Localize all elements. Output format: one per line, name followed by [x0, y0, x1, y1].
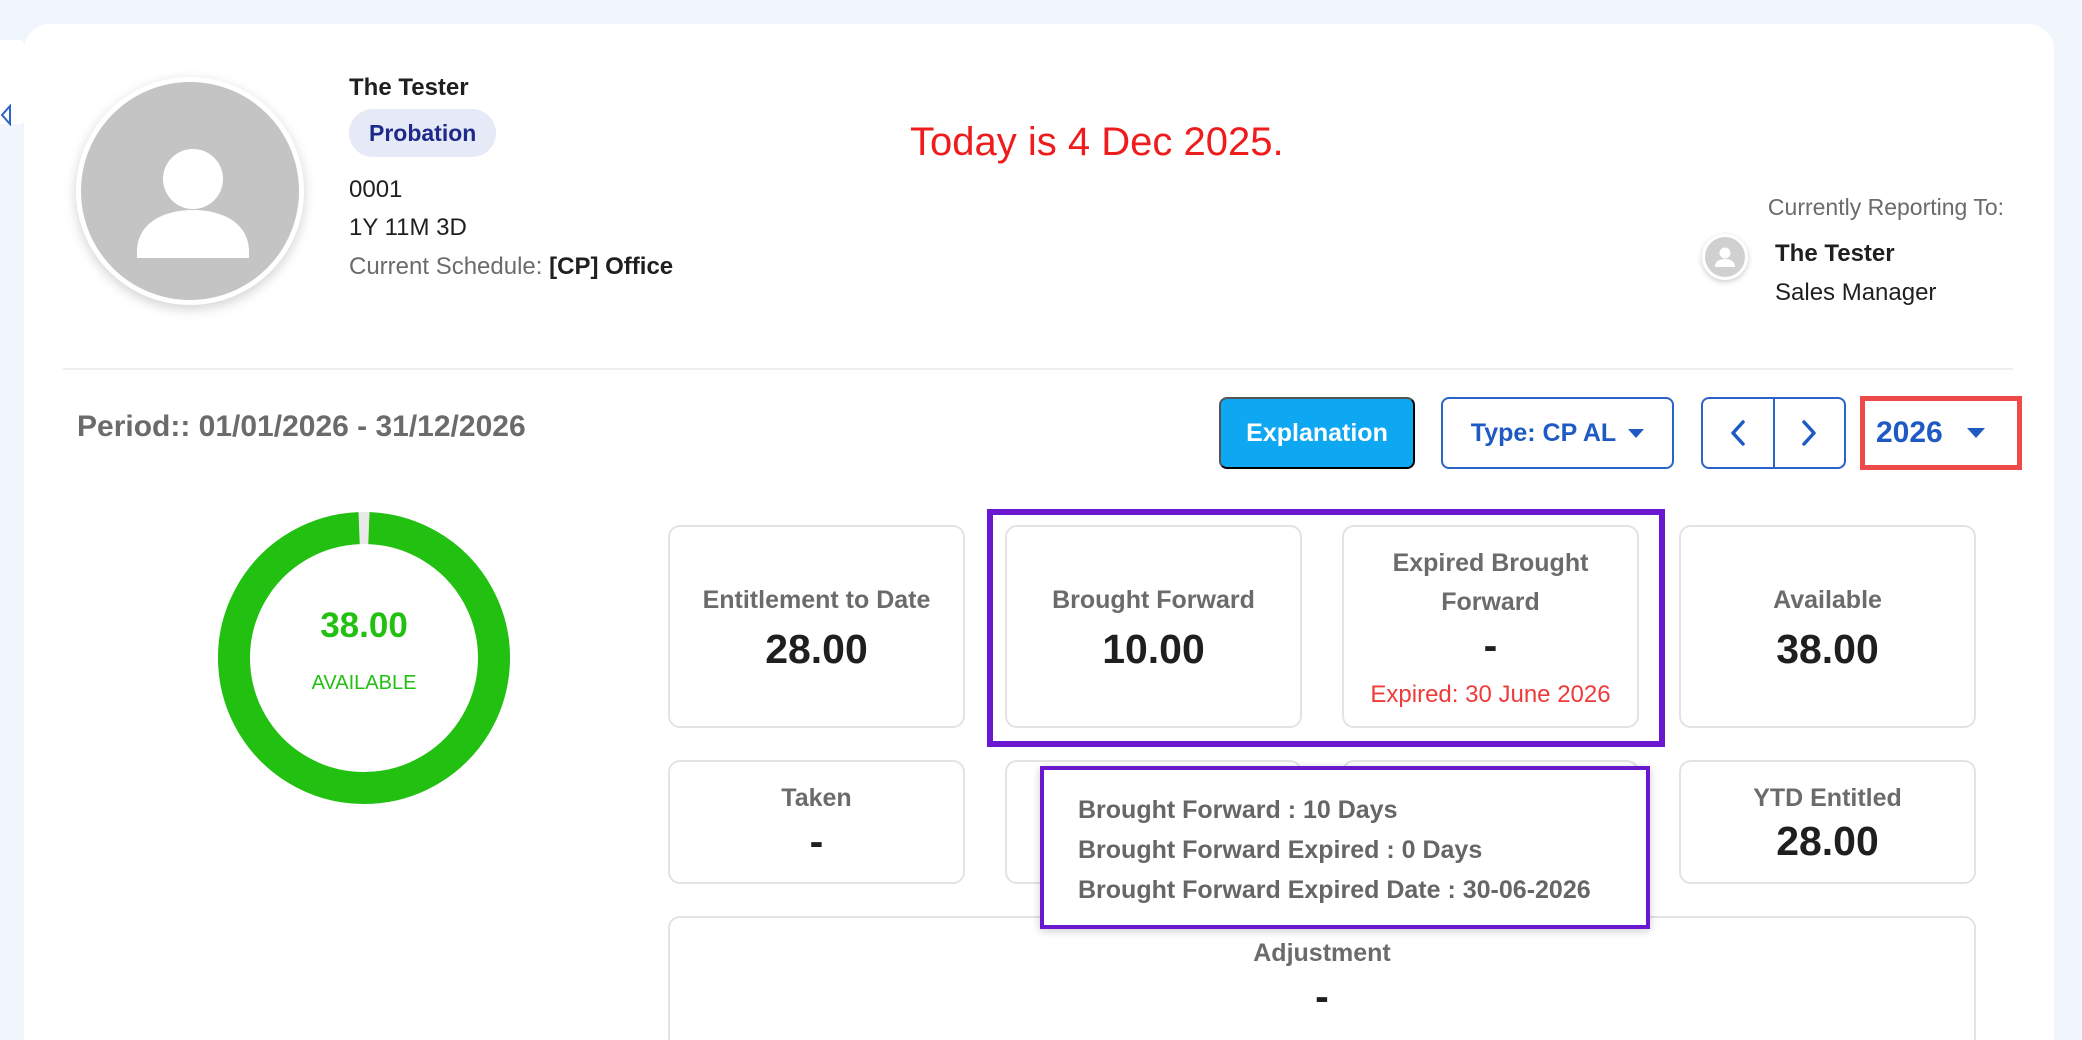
status-badge: Probation — [349, 109, 497, 157]
taken-tile: Taken - — [668, 760, 965, 884]
tile-label: Available — [1773, 585, 1882, 614]
today-annotation: Today is 4 Dec 2025. — [910, 120, 1284, 164]
tile-label: Adjustment — [1253, 939, 1391, 967]
leave-type-label: Type: CP AL — [1470, 418, 1617, 447]
chevron-left-icon — [1731, 420, 1745, 446]
ytd-entitled-tile: YTD Entitled 28.00 — [1679, 760, 1976, 884]
employee-id: 0001 — [349, 176, 403, 203]
person-icon — [137, 149, 249, 258]
available-tile: Available 38.00 — [1679, 525, 1976, 728]
caret-down-icon — [1966, 428, 1985, 438]
employee-avatar — [76, 77, 304, 305]
tooltip-line: Brought Forward Expired : 0 Days — [1078, 836, 1483, 864]
employee-tenure: 1Y 11M 3D — [349, 214, 467, 241]
tile-value: 28.00 — [765, 625, 868, 672]
donut-label: AVAILABLE — [311, 672, 417, 694]
tooltip-line: Brought Forward Expired Date : 30-06-202… — [1078, 876, 1591, 904]
schedule-value: [CP] Office — [549, 253, 674, 280]
donut-value: 38.00 — [320, 606, 408, 645]
entitlement-tile: Entitlement to Date 28.00 — [668, 525, 965, 728]
manager-name: The Tester — [1775, 240, 1895, 267]
year-dropdown[interactable]: 2026 — [1860, 396, 2022, 470]
manager-avatar — [1702, 234, 1748, 280]
person-icon — [1715, 247, 1735, 267]
tile-value: 38.00 — [1776, 625, 1879, 672]
previous-period-button[interactable] — [1703, 399, 1773, 467]
schedule-label: Current Schedule: — [349, 253, 543, 280]
tile-label: YTD Entitled — [1753, 784, 1902, 812]
manager-role: Sales Manager — [1775, 279, 1937, 306]
reporting-to-label: Currently Reporting To: — [1767, 194, 2004, 220]
sidebar-collapse-tab[interactable] — [0, 40, 24, 126]
tile-value: 28.00 — [1776, 818, 1879, 864]
section-divider — [63, 368, 2013, 370]
tile-value: - — [809, 818, 824, 864]
collapse-arrow-icon — [0, 104, 11, 126]
explanation-button[interactable]: Explanation — [1219, 397, 1415, 469]
year-label: 2026 — [1876, 416, 1943, 449]
tile-label: Entitlement to Date — [702, 585, 931, 614]
leave-type-dropdown[interactable]: Type: CP AL — [1441, 397, 1674, 469]
period-nav-group — [1701, 397, 1846, 469]
chevron-right-icon — [1802, 420, 1816, 446]
period-range: Period:: 01/01/2026 - 31/12/2026 — [77, 410, 526, 443]
brought-forward-highlight — [987, 509, 1665, 747]
adjustment-tile: Adjustment - — [668, 916, 1976, 1040]
tooltip-line: Brought Forward : 10 Days — [1078, 796, 1398, 824]
donut-arc — [218, 512, 510, 804]
tile-label: Taken — [781, 784, 852, 812]
caret-down-icon — [1628, 428, 1645, 438]
current-schedule: Current Schedule: [CP] Office — [349, 253, 673, 281]
brought-forward-tooltip: Brought Forward : 10 Days Brought Forwar… — [1040, 766, 1650, 929]
available-donut-chart — [218, 512, 510, 804]
next-period-button[interactable] — [1772, 399, 1845, 467]
tile-value: - — [1315, 973, 1329, 1019]
employee-name: The Tester — [349, 74, 469, 101]
